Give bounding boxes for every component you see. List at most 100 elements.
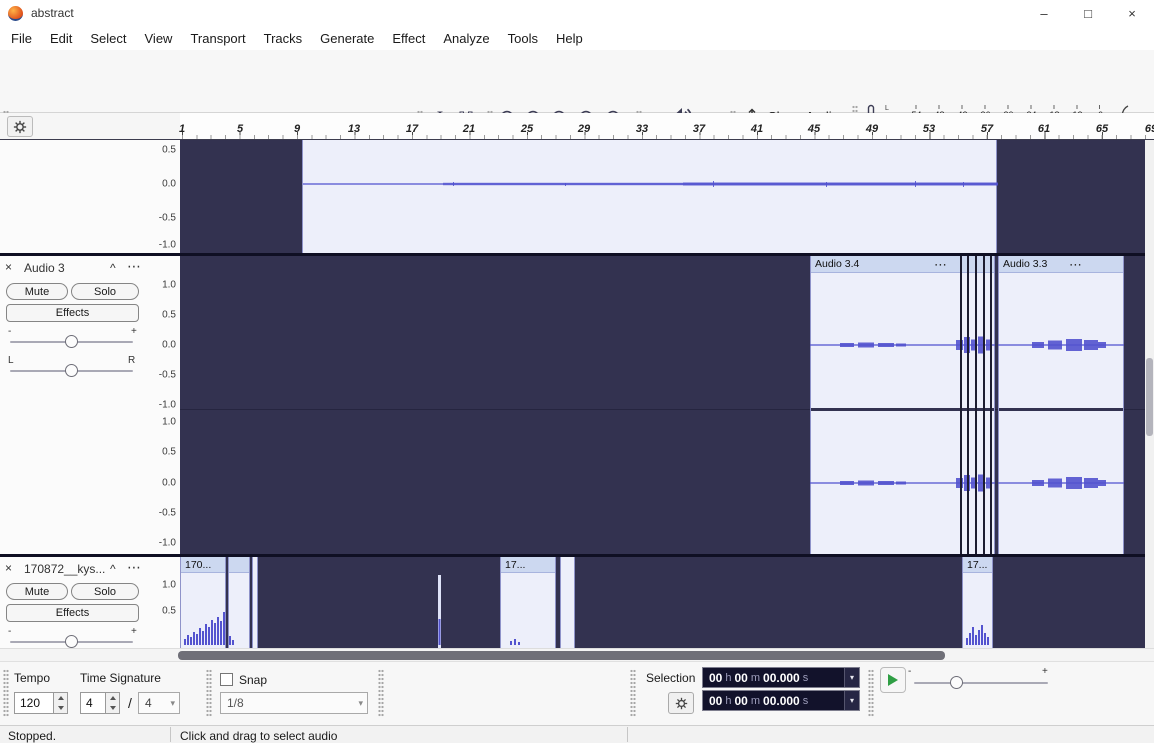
track3-collapse-icon[interactable]: ^	[110, 562, 116, 576]
snap-mode-select[interactable]: 1/8 ▾	[220, 692, 368, 714]
clip-boundary[interactable]	[967, 256, 969, 554]
time-signature-label: Time Signature	[80, 671, 161, 685]
menu-analyze[interactable]: Analyze	[434, 28, 498, 49]
menu-transport[interactable]: Transport	[181, 28, 254, 49]
track3-solo-button[interactable]: Solo	[71, 583, 139, 600]
track2-menu-icon[interactable]: ⋯	[127, 258, 141, 275]
track2-solo-button[interactable]: Solo	[71, 283, 139, 300]
track2-collapse-icon[interactable]: ^	[110, 261, 116, 275]
track3-mute-button[interactable]: Mute	[6, 583, 68, 600]
play-at-speed-button[interactable]	[880, 667, 906, 693]
minimize-button[interactable]: –	[1022, 0, 1066, 26]
clip-boundary[interactable]	[960, 256, 962, 554]
tracks-area: 0.5 0.0 - 0.5 -1.0 × Audio 3 ^ ⋯ Mute Sol…	[0, 140, 1154, 648]
selection-toolbar-grip[interactable]	[630, 669, 636, 717]
track2-pan-thumb[interactable]	[65, 364, 78, 377]
track3-waveform	[184, 612, 989, 645]
track2-scale-label: 1.0	[162, 279, 176, 291]
tempo-input[interactable]: 120	[14, 692, 54, 714]
selection-label: Selection	[646, 671, 696, 685]
menu-help[interactable]: Help	[547, 28, 592, 49]
dropdown-arrow-icon[interactable]: ▾	[844, 691, 859, 710]
menu-tracks[interactable]: Tracks	[255, 28, 312, 49]
gear-icon	[675, 697, 688, 710]
track3-close-button[interactable]: ×	[5, 561, 12, 575]
dropdown-arrow-icon[interactable]: ▾	[844, 668, 859, 687]
gain-minus-label: -	[8, 326, 12, 337]
track2-mute-button[interactable]: Mute	[6, 283, 68, 300]
track1-waveform	[303, 181, 998, 187]
playback-speed-thumb[interactable]	[950, 676, 963, 689]
track1-header[interactable]	[0, 140, 145, 253]
menu-tools[interactable]: Tools	[499, 28, 547, 49]
window-title: abstract	[31, 6, 74, 20]
snapping-toolbar-grip[interactable]	[206, 669, 212, 717]
menu-generate[interactable]: Generate	[311, 28, 383, 49]
clip-boundary[interactable]	[983, 256, 985, 554]
track2-scale-label: 0.5	[162, 446, 176, 458]
menu-effect[interactable]: Effect	[383, 28, 434, 49]
speed-plus-label: +	[1042, 666, 1048, 677]
play-at-speed-grip[interactable]	[868, 669, 874, 717]
dropdown-arrow-icon: ▾	[170, 697, 175, 708]
dropdown-arrow-icon: ▾	[358, 697, 363, 708]
menu-view[interactable]: View	[136, 28, 182, 49]
status-divider	[170, 727, 171, 742]
track3-effects-button[interactable]: Effects	[6, 604, 139, 622]
track3-scale-label: 1.0	[162, 579, 176, 591]
status-bar: Stopped. Click and drag to select audio	[0, 725, 1154, 743]
selection-options-button[interactable]	[668, 692, 694, 714]
track1-clip[interactable]	[302, 140, 998, 253]
horizontal-scrollbar[interactable]	[0, 648, 1154, 661]
timeline-options-panel	[0, 113, 180, 140]
time-signature-lower-select[interactable]: 4 ▾	[138, 692, 180, 714]
vertical-scrollbar-thumb[interactable]	[1146, 358, 1153, 436]
horizontal-scrollbar-thumb[interactable]	[178, 651, 945, 660]
gear-icon	[13, 120, 27, 134]
maximize-button[interactable]: □	[1066, 0, 1110, 26]
clip-boundary[interactable]	[990, 256, 992, 554]
time-signature-upper-input[interactable]: 4	[80, 692, 106, 714]
selection-end-field[interactable]: 00 h 00 m 00.000 s ▾	[702, 690, 860, 711]
snap-checkbox[interactable]	[220, 673, 233, 686]
track1-content[interactable]	[180, 140, 1145, 253]
status-message: Click and drag to select audio	[180, 729, 338, 743]
track2-scale-label: 0.0	[162, 477, 176, 489]
track2-close-button[interactable]: ×	[5, 260, 12, 274]
close-button[interactable]: ×	[1110, 0, 1154, 26]
time-signature-toolbar-grip[interactable]	[3, 669, 9, 717]
track2-effects-button[interactable]: Effects	[6, 304, 139, 322]
toolbar: I Z	[0, 50, 1154, 155]
tempo-spinner[interactable]	[54, 692, 68, 714]
tempo-label: Tempo	[14, 671, 51, 685]
track2-gain-thumb[interactable]	[65, 335, 78, 348]
bottom-toolbar: Tempo 120 Time Signature 4 / 4 ▾ Snap 1/8…	[0, 661, 1154, 725]
menu-edit[interactable]: Edit	[41, 28, 81, 49]
timeline-options-button[interactable]	[7, 116, 33, 137]
speed-minus-label: -	[908, 666, 912, 677]
clip-boundary[interactable]	[975, 256, 977, 554]
track3-name[interactable]: 170872__kys...	[24, 562, 106, 576]
track3-content[interactable]: 170... 17... 17...	[180, 557, 1145, 648]
timeline-ruler[interactable]: 1 5 9 13 17 21 25 29 33 37 41 45 49 53 5…	[179, 113, 1154, 140]
pan-right-label: R	[128, 355, 136, 366]
time-signature-spinner[interactable]	[106, 692, 120, 714]
track2-scale-label: 0.5	[162, 309, 176, 321]
transport-state: Stopped.	[8, 729, 57, 743]
menu-select[interactable]: Select	[81, 28, 135, 49]
selection-start-field[interactable]: 00 h 00 m 00.000 s ▾	[702, 667, 860, 688]
pan-left-label: L	[8, 355, 14, 366]
track3-header[interactable]: × 170872__kys... ^ ⋯ Mute Solo Effects -…	[0, 557, 145, 648]
playback-speed-slider[interactable]	[914, 682, 1048, 684]
vertical-scrollbar[interactable]	[1145, 140, 1154, 648]
track3-scale-label: 0.5	[162, 605, 176, 617]
track3-menu-icon[interactable]: ⋯	[127, 559, 141, 576]
track1-scale-label: -1.0	[158, 239, 176, 251]
menu-file[interactable]: File	[2, 28, 41, 49]
track3-gain-thumb[interactable]	[65, 635, 78, 648]
time-toolbar-grip[interactable]	[378, 669, 384, 717]
track2-content[interactable]: Audio 3.4 ⋯ Audio 3.3 ⋯	[180, 256, 1145, 554]
track2-header[interactable]: × Audio 3 ^ ⋯ Mute Solo Effects - + L R	[0, 256, 145, 554]
track1-scale-label: 0.5	[162, 144, 176, 156]
track2-name[interactable]: Audio 3	[24, 261, 65, 275]
